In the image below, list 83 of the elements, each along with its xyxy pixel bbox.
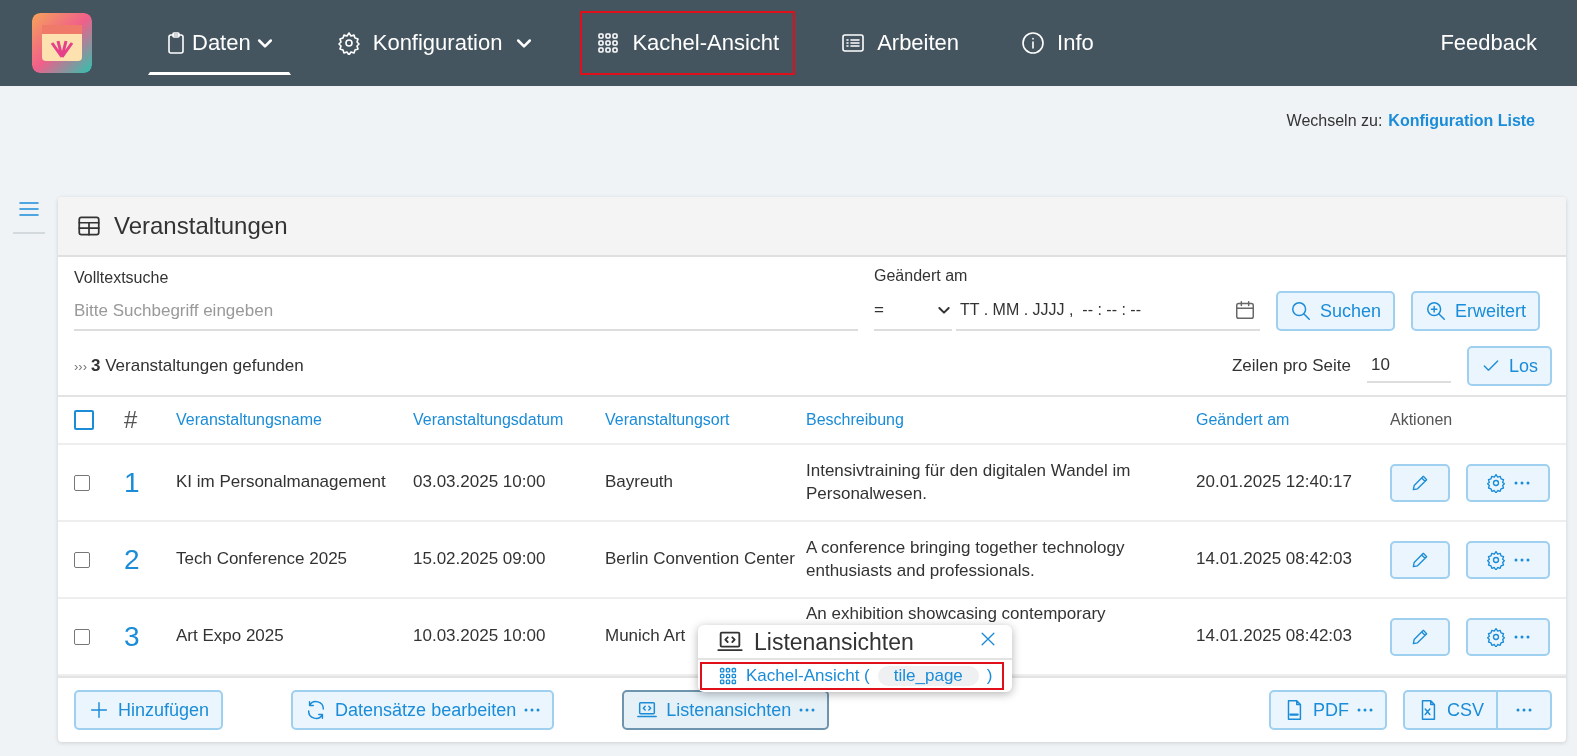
nav-item[interactable]: Arbeiten bbox=[825, 11, 976, 75]
table-cell: KI im Personalmanagement bbox=[176, 471, 386, 494]
popover-title: Listenansichten bbox=[754, 628, 914, 656]
table-cell: 14.01.2025 08:42:03 bbox=[1196, 625, 1352, 648]
edit-button[interactable] bbox=[1390, 617, 1450, 656]
column-header[interactable]: Beschreibung bbox=[806, 411, 1196, 429]
grid-icon bbox=[718, 666, 738, 686]
row-checkbox[interactable] bbox=[74, 551, 90, 568]
feedback-link[interactable]: Feedback bbox=[1440, 30, 1537, 56]
table-cell: 14.01.2025 08:42:03 bbox=[1196, 548, 1352, 571]
toolbar-button[interactable]: Datensätze bearbeiten bbox=[291, 690, 555, 730]
row-actions-button[interactable] bbox=[1466, 463, 1550, 502]
search-icon bbox=[1290, 300, 1312, 322]
row-actions-button[interactable] bbox=[1466, 617, 1550, 656]
edit-button[interactable] bbox=[1390, 540, 1450, 579]
toolbar-button[interactable]: Hinzufügen bbox=[74, 690, 224, 730]
table-cell-text: A conference bringing together technology enthusiasts and professionals. bbox=[806, 536, 1126, 582]
more-icon bbox=[1357, 708, 1373, 712]
column-header: # bbox=[124, 406, 139, 434]
table-cell: 20.01.2025 12:40:17 bbox=[1196, 471, 1352, 494]
plus-icon bbox=[88, 699, 110, 721]
zoom-in-icon bbox=[1425, 300, 1448, 322]
result-count: 3 Veranstaltungen gefunden bbox=[91, 356, 304, 376]
logo-icon[interactable] bbox=[32, 13, 92, 73]
operator-select[interactable]: = bbox=[874, 295, 952, 331]
go-button[interactable]: Los bbox=[1466, 346, 1552, 386]
more-icon bbox=[799, 708, 816, 712]
row-number: 3 bbox=[124, 620, 141, 653]
select-all-checkbox[interactable] bbox=[74, 410, 94, 430]
table-icon bbox=[76, 213, 102, 239]
more-icon bbox=[1516, 708, 1532, 712]
table-cell: 03.03.2025 10:00 bbox=[413, 471, 546, 494]
column-header: Aktionen bbox=[1390, 411, 1454, 429]
advanced-button[interactable]: Erweitert bbox=[1411, 291, 1541, 331]
toolbar-button[interactable]: CSV bbox=[1403, 690, 1498, 730]
table-cell: Munich Art bbox=[605, 625, 686, 648]
settings-icon bbox=[1486, 626, 1506, 647]
settings-icon bbox=[1486, 472, 1506, 493]
column-header[interactable]: Veranstaltungsort bbox=[605, 411, 806, 429]
row-checkbox[interactable] bbox=[74, 628, 90, 645]
nav-item[interactable]: Info bbox=[1005, 11, 1110, 75]
more-icon bbox=[1514, 480, 1530, 485]
more-icon bbox=[524, 708, 541, 712]
config-list-link[interactable]: Konfiguration Liste bbox=[1388, 112, 1535, 170]
table-cell: Bayreuth bbox=[605, 471, 674, 494]
nav-item[interactable]: Daten bbox=[148, 11, 291, 75]
result-marker: ››› bbox=[74, 358, 87, 374]
search-button[interactable]: Suchen bbox=[1276, 291, 1396, 331]
rows-per-page-label: Zeilen pro Seite bbox=[1231, 356, 1351, 376]
table-cell: Tech Conference 2025 bbox=[176, 548, 348, 571]
rows-per-page-field[interactable]: 10 bbox=[1366, 349, 1451, 383]
table-cell-text: Intensivtraining für den digitalen Wandel im Personalwesen. bbox=[806, 459, 1132, 505]
more-icon bbox=[1514, 634, 1530, 639]
nav-item[interactable]: Konfiguration bbox=[320, 11, 551, 75]
more-icon bbox=[1514, 557, 1530, 562]
info-icon bbox=[1021, 31, 1046, 55]
row-number: 2 bbox=[124, 543, 141, 576]
row-actions-button[interactable] bbox=[1466, 540, 1550, 579]
toolbar-button[interactable]: Listenansichten bbox=[622, 690, 830, 730]
list-icon bbox=[841, 31, 866, 55]
card-title: Veranstaltungen bbox=[114, 212, 288, 240]
column-header[interactable]: Geändert am bbox=[1196, 411, 1390, 429]
calendar-icon bbox=[1234, 299, 1256, 321]
column-header[interactable]: Veranstaltungsdatum bbox=[413, 411, 605, 429]
tile-view-item[interactable]: Kachel-Ansicht ( tile_page ) bbox=[700, 662, 1005, 690]
table-cell-text: An exhibition showcasing contemporary bbox=[806, 603, 1106, 625]
settings-icon bbox=[1486, 549, 1506, 570]
grid-icon bbox=[596, 31, 621, 55]
date-field[interactable]: TT . MM . JJJJ , -- : -- : -- bbox=[956, 295, 1260, 331]
table-cell: Berlin Convention Center bbox=[605, 548, 795, 571]
search-label: Volltextsuche bbox=[74, 269, 170, 287]
settings-icon bbox=[336, 31, 361, 55]
date-label: Geändert am bbox=[874, 267, 969, 285]
row-number: 1 bbox=[124, 466, 141, 499]
switch-label: Wechseln zu: bbox=[1286, 112, 1383, 131]
table-cell: Art Expo 2025 bbox=[176, 625, 284, 648]
table-cell: 10.03.2025 10:00 bbox=[413, 625, 546, 648]
row-checkbox[interactable] bbox=[74, 474, 90, 491]
table-cell: 15.02.2025 09:00 bbox=[413, 548, 546, 571]
toolbar-button[interactable]: PDF bbox=[1269, 690, 1387, 730]
column-header[interactable]: Veranstaltungsname bbox=[176, 411, 413, 429]
nav-item[interactable]: Kachel-Ansicht bbox=[580, 11, 796, 75]
edit-button[interactable] bbox=[1390, 463, 1450, 502]
